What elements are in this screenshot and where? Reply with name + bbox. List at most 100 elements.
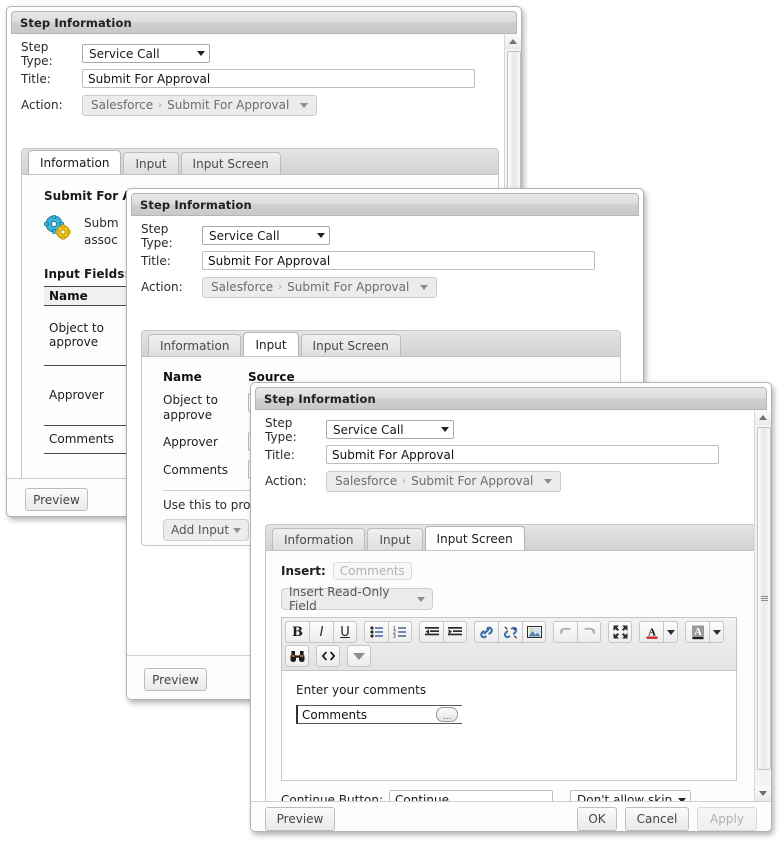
- action-app: Salesforce: [91, 98, 154, 112]
- dialog-2-action-row: Action: Salesforce › Submit For Approval: [127, 273, 643, 301]
- action-selector[interactable]: Salesforce › Submit For Approval: [202, 276, 438, 298]
- chevron-down-icon: [417, 596, 425, 602]
- dialog-3-vertical-scrollbar[interactable]: [754, 410, 771, 801]
- cancel-button[interactable]: Cancel: [625, 806, 689, 831]
- editor-field-chip[interactable]: Comments ...: [296, 705, 462, 724]
- chevron-down-icon: [300, 102, 309, 108]
- background-color-dropdown-icon[interactable]: [709, 621, 724, 643]
- bullet-list-icon[interactable]: [364, 621, 388, 643]
- title-input[interactable]: Submit For Approval: [326, 445, 719, 464]
- dialog-3-tabcontent: Insert: Comments Insert Read-Only Field …: [266, 551, 756, 802]
- font-color-icon[interactable]: A: [639, 621, 663, 643]
- tab-input[interactable]: Input: [243, 332, 299, 356]
- scroll-down-arrow-icon[interactable]: [755, 786, 771, 801]
- source-code-icon[interactable]: [316, 645, 340, 667]
- step-type-value: Service Call: [209, 228, 280, 243]
- tab-information[interactable]: Information: [28, 150, 122, 174]
- tab-input-label: Input: [255, 337, 287, 352]
- insert-label: Insert:: [281, 564, 326, 578]
- action-label: Action:: [265, 474, 307, 488]
- apply-button[interactable]: Apply: [697, 806, 757, 831]
- tab-input-screen[interactable]: Input Screen: [424, 526, 525, 550]
- tab-input-label: Input: [379, 532, 411, 547]
- step-information-dialog-3[interactable]: Step Information Step Type: Service Call…: [250, 382, 772, 832]
- toolbar-row-1: B I U 123 A A: [285, 621, 733, 643]
- step-type-label: Step Type:: [265, 415, 297, 444]
- outdent-icon[interactable]: [419, 621, 443, 643]
- toolbar-group-insert: [474, 621, 546, 643]
- tab-input[interactable]: Input: [367, 528, 423, 550]
- scroll-up-arrow-icon[interactable]: [755, 410, 771, 425]
- underline-icon[interactable]: U: [333, 621, 357, 643]
- image-icon[interactable]: [522, 621, 546, 643]
- field-options-button[interactable]: ...: [436, 707, 458, 722]
- tab-input-screen[interactable]: Input Screen: [180, 152, 281, 174]
- action-label: Action:: [21, 98, 63, 112]
- toolbar-group-history: [553, 621, 601, 643]
- dialog-3-body: Step Type: Service Call Title: Submit Fo…: [251, 410, 771, 831]
- tab-input-screen[interactable]: Input Screen: [300, 334, 401, 356]
- add-input-button[interactable]: Add Input: [163, 519, 249, 541]
- action-separator: ›: [278, 281, 283, 293]
- link-icon[interactable]: [474, 621, 498, 643]
- unlink-icon[interactable]: [498, 621, 522, 643]
- title-input[interactable]: Submit For Approval: [202, 251, 595, 270]
- svg-text:A: A: [694, 626, 702, 638]
- action-label: Action:: [141, 280, 183, 294]
- cancel-button-label: Cancel: [636, 811, 678, 826]
- italic-icon[interactable]: I: [309, 621, 333, 643]
- insert-readonly-field-button[interactable]: Insert Read-Only Field: [281, 585, 433, 613]
- tab-information[interactable]: Information: [148, 334, 242, 356]
- svg-text:3: 3: [393, 634, 396, 638]
- ok-button[interactable]: OK: [577, 806, 617, 831]
- gears-icon: [44, 214, 72, 241]
- numbered-list-icon[interactable]: 123: [388, 621, 412, 643]
- font-color-dropdown-icon[interactable]: [663, 621, 678, 643]
- preview-button[interactable]: Preview: [265, 806, 335, 831]
- step-type-select[interactable]: Service Call: [82, 44, 210, 63]
- tab-information[interactable]: Information: [272, 528, 366, 550]
- tab-information-label: Information: [40, 155, 110, 170]
- title-value: Submit For Approval: [88, 71, 211, 86]
- dialog-2-titlebar[interactable]: Step Information: [131, 193, 639, 216]
- preview-button[interactable]: Preview: [144, 668, 207, 691]
- action-app: Salesforce: [335, 474, 398, 488]
- toolbar-group-format: B I U: [285, 621, 357, 643]
- dialog-1-title-row: Title: Submit For Approval: [7, 66, 521, 91]
- rich-text-editor-body[interactable]: Enter your comments Comments ...: [281, 671, 737, 781]
- action-app: Salesforce: [211, 280, 274, 294]
- bold-icon[interactable]: B: [285, 621, 309, 643]
- dialog-1-titlebar[interactable]: Step Information: [11, 11, 517, 34]
- fullscreen-icon[interactable]: [608, 621, 632, 643]
- editor-prompt-text: Enter your comments: [296, 683, 427, 697]
- scroll-thumb[interactable]: [757, 427, 771, 770]
- insert-field-chip[interactable]: Comments: [332, 562, 412, 580]
- dialog-1-title: Step Information: [20, 15, 132, 30]
- action-selector[interactable]: Salesforce › Submit For Approval: [82, 94, 318, 116]
- tab-input[interactable]: Input: [123, 152, 179, 174]
- action-selector[interactable]: Salesforce › Submit For Approval: [326, 470, 562, 492]
- undo-icon[interactable]: [553, 621, 577, 643]
- toolbar-group-indent: [419, 621, 467, 643]
- dialog-1-action-row: Action: Salesforce › Submit For Approval: [7, 91, 521, 119]
- title-input[interactable]: Submit For Approval: [82, 69, 475, 88]
- more-options-icon[interactable]: [347, 645, 371, 667]
- background-color-icon[interactable]: A: [685, 621, 709, 643]
- toolbar-group-more: [347, 645, 371, 667]
- preview-button-label: Preview: [152, 672, 199, 687]
- scroll-thumb-grip: [760, 595, 768, 602]
- redo-icon[interactable]: [577, 621, 601, 643]
- step-type-select[interactable]: Service Call: [326, 420, 454, 439]
- scroll-up-arrow-icon[interactable]: [505, 34, 521, 49]
- chevron-down-icon: [317, 233, 325, 238]
- indent-icon[interactable]: [443, 621, 467, 643]
- preview-button[interactable]: Preview: [25, 488, 88, 511]
- toolbar-group-find: [285, 645, 309, 667]
- action-name: Submit For Approval: [287, 280, 410, 294]
- step-type-select[interactable]: Service Call: [202, 226, 330, 245]
- rich-text-toolbar: B I U 123 A A: [281, 617, 737, 671]
- editor-field-chip-label: Comments: [302, 707, 368, 722]
- find-replace-icon[interactable]: [285, 645, 309, 667]
- chevron-down-icon: [197, 51, 205, 56]
- dialog-3-titlebar[interactable]: Step Information: [255, 387, 767, 410]
